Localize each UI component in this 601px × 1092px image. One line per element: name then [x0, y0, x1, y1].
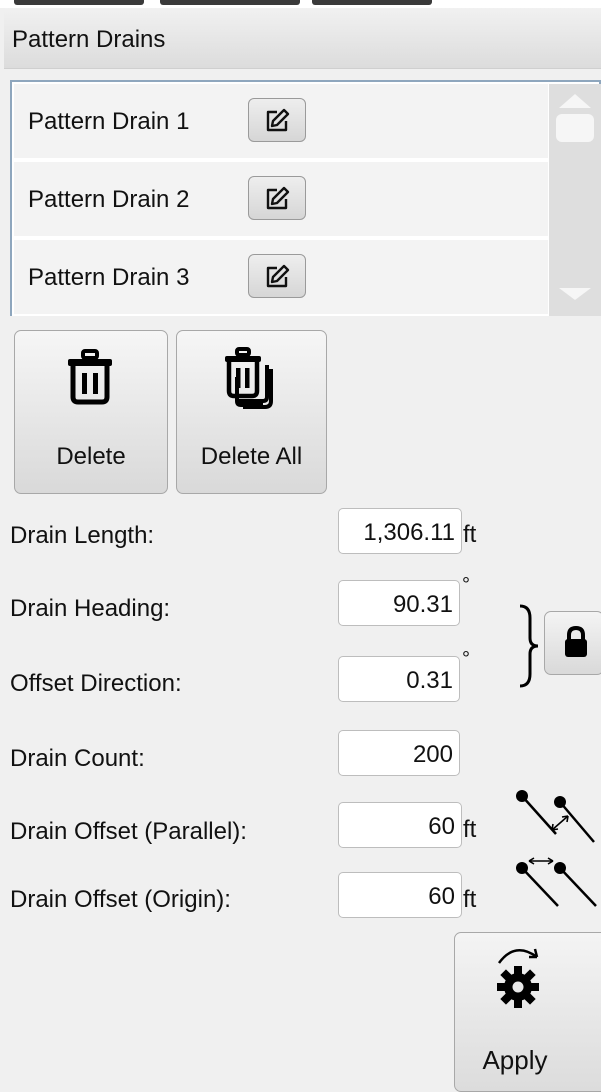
lock-button[interactable]: [544, 611, 601, 675]
offset-direction-value: 0.31: [406, 667, 453, 694]
gear-rotate-icon: [497, 948, 539, 1008]
drain-count-value: 200: [412, 741, 453, 768]
list-item-drain-2[interactable]: Pattern Drain 2: [14, 162, 548, 236]
origin-offset-icon: [516, 857, 597, 907]
pencil-square-icon: [266, 186, 290, 210]
panel-title: Pattern Drains: [12, 26, 166, 53]
edit-button[interactable]: [248, 98, 306, 142]
drain-count-field[interactable]: 200: [338, 730, 460, 776]
drain-length-value: 1,306.11: [363, 519, 455, 546]
drain-heading-unit: °: [462, 574, 470, 596]
panel-header: Pattern Drains: [4, 8, 601, 69]
edit-button[interactable]: [248, 254, 306, 298]
drain-length-field[interactable]: 1,306.11: [338, 508, 462, 554]
drain-count-label: Drain Count:: [10, 745, 145, 772]
drain-length-unit: ft: [463, 521, 477, 548]
delete-button[interactable]: Delete: [14, 330, 168, 494]
offset-parallel-label: Drain Offset (Parallel):: [10, 818, 247, 845]
list-item-drain-1[interactable]: Pattern Drain 1: [14, 84, 548, 158]
triangle-up-icon[interactable]: [559, 94, 591, 108]
apply-button[interactable]: Apply: [454, 932, 601, 1092]
list-scrollbar[interactable]: [549, 84, 601, 316]
drain-length-label: Drain Length:: [10, 522, 155, 549]
apply-label: Apply: [482, 1045, 548, 1075]
delete-label: Delete: [56, 443, 126, 470]
list-item-drain-3[interactable]: Pattern Drain 3: [14, 240, 548, 314]
offset-parallel-value: 60: [428, 813, 455, 840]
trash-icon: [68, 349, 112, 405]
drain-label: Pattern Drain 3: [28, 264, 190, 291]
trash-stack-icon: [225, 347, 273, 409]
offset-direction-label: Offset Direction:: [10, 670, 182, 697]
brace-icon: [519, 604, 539, 688]
parallel-offset-icon: [516, 790, 595, 843]
drain-label: Pattern Drain 2: [28, 186, 190, 213]
tab-indicator: [14, 0, 144, 5]
drain-heading-label: Drain Heading:: [10, 595, 171, 622]
lock-icon: [565, 626, 587, 657]
offset-direction-unit: °: [462, 648, 470, 670]
top-tab-strip: [0, 0, 601, 8]
offset-parallel-field[interactable]: 60: [338, 802, 462, 848]
delete-all-button[interactable]: Delete All: [176, 330, 327, 494]
triangle-down-icon[interactable]: [559, 288, 591, 300]
tab-indicator: [160, 0, 300, 5]
offset-origin-field[interactable]: 60: [338, 872, 462, 918]
tab-indicator: [312, 0, 432, 5]
delete-all-label: Delete All: [200, 443, 303, 470]
offset-direction-field[interactable]: 0.31: [338, 656, 460, 702]
scroll-thumb[interactable]: [556, 114, 594, 142]
pencil-square-icon: [266, 264, 290, 288]
edit-button[interactable]: [248, 176, 306, 220]
offset-origin-value: 60: [428, 883, 455, 910]
offset-parallel-unit: ft: [463, 816, 477, 843]
offset-origin-label: Drain Offset (Origin):: [10, 886, 231, 913]
pencil-square-icon: [266, 108, 290, 132]
drain-list[interactable]: Pattern Drain 1 Pattern Drain 2 Pattern …: [10, 80, 601, 316]
drain-label: Pattern Drain 1: [28, 108, 190, 135]
drain-heading-value: 90.31: [392, 591, 453, 618]
offset-origin-unit: ft: [463, 886, 477, 913]
drain-heading-field[interactable]: 90.31: [338, 580, 460, 626]
